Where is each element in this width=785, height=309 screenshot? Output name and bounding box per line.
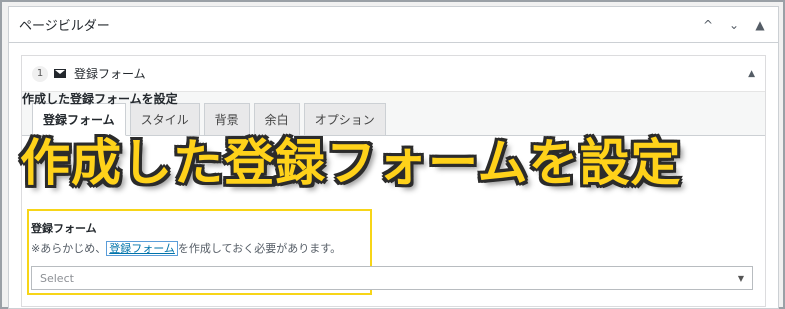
module-title: 登録フォーム <box>74 67 146 81</box>
overlay-caption: 作成した登録フォームを設定 <box>20 134 682 192</box>
postbox-title: ページビルダー <box>19 19 110 34</box>
tab-options[interactable]: オプション <box>303 103 386 136</box>
move-down-icon[interactable]: ⌄ <box>726 18 742 32</box>
select-value: Select <box>40 271 74 285</box>
field-desc-suffix: を作成しておく必要があります。 <box>177 242 342 255</box>
field-desc-prefix: ※あらかじめ、 <box>31 242 107 255</box>
chevron-down-icon: ▼ <box>737 273 744 283</box>
tab-background[interactable]: 背景 <box>203 103 250 136</box>
tab-margin[interactable]: 余白 <box>253 103 300 136</box>
field-label: 登録フォーム <box>31 222 97 235</box>
registration-form-link[interactable]: 登録フォーム <box>106 241 178 256</box>
tab-style[interactable]: スタイル <box>129 103 200 136</box>
field-description: ※あらかじめ、 登録フォーム を作成しておく必要があります。 <box>31 240 341 256</box>
form-select[interactable]: Select ▼ <box>31 266 753 290</box>
postbox-controls: ^ ⌄ ▲ <box>700 18 768 32</box>
envelope-icon <box>54 69 66 78</box>
module-tabs: 登録フォーム スタイル 背景 余白 オプション <box>32 103 386 136</box>
postbox-header: ページビルダー ^ ⌄ ▲ <box>9 7 778 43</box>
move-up-icon[interactable]: ^ <box>700 18 716 32</box>
module-collapse-icon[interactable]: ▲ <box>748 69 755 79</box>
section-heading: 作成した登録フォームを設定 <box>22 92 178 106</box>
collapse-icon[interactable]: ▲ <box>752 18 768 32</box>
module-header[interactable]: 1 登録フォーム ▲ <box>22 56 765 92</box>
module-number: 1 <box>32 65 48 82</box>
tab-registration-form[interactable]: 登録フォーム <box>32 103 126 136</box>
